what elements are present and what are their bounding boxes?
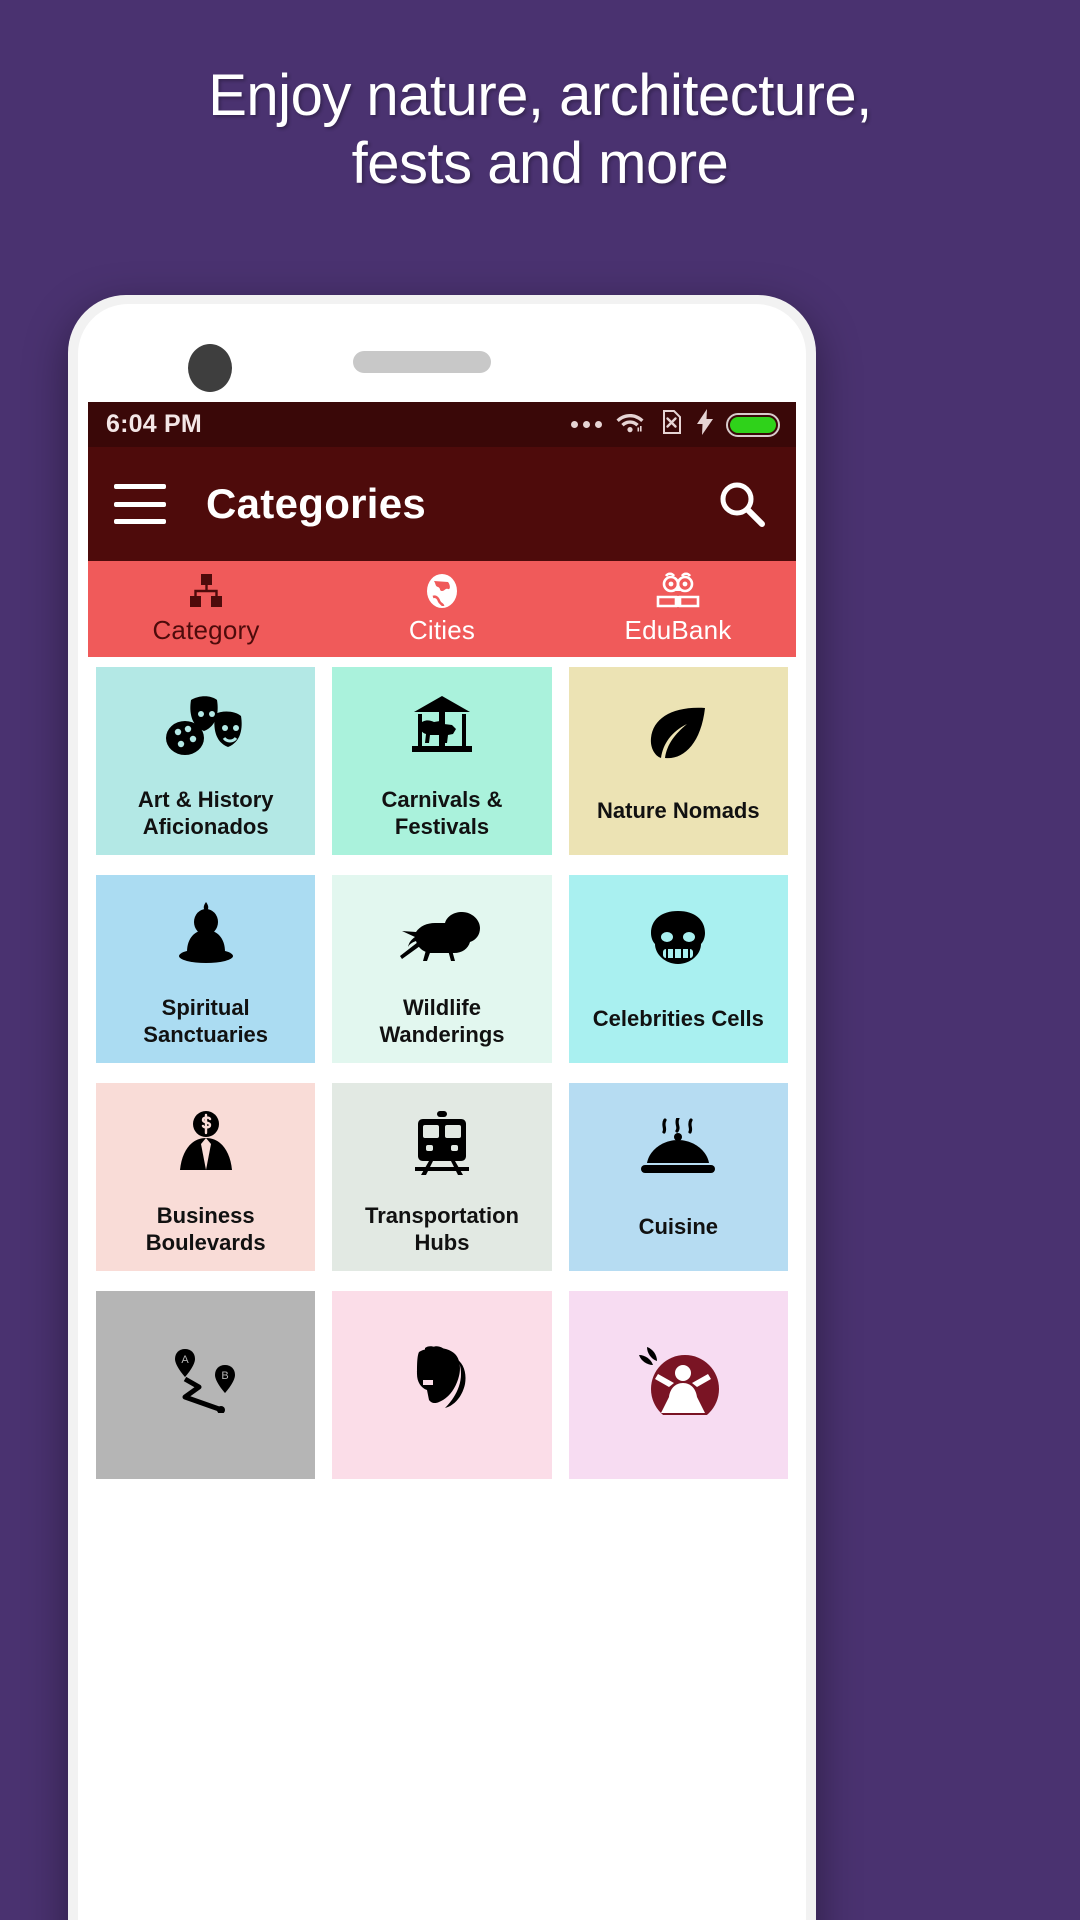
search-icon[interactable] bbox=[716, 478, 768, 530]
category-card-label: Cuisine bbox=[638, 1214, 719, 1240]
category-grid: Art & History Aficionados Carnivals & Fe… bbox=[88, 657, 796, 1479]
front-camera-icon bbox=[188, 344, 232, 392]
page-title: Categories bbox=[206, 480, 427, 527]
category-card-label bbox=[569, 1465, 788, 1479]
more-dots-icon bbox=[571, 421, 602, 428]
svg-text:B: B bbox=[221, 1370, 228, 1382]
promo-headline: Enjoy nature, architecture, fests and mo… bbox=[0, 62, 1080, 198]
route-ab-icon: A B bbox=[96, 1291, 315, 1465]
spartan-helmet-icon bbox=[332, 1291, 551, 1465]
no-sim-icon bbox=[658, 409, 684, 440]
category-card-label: Spiritual Sanctuaries bbox=[143, 995, 269, 1048]
earpiece-speaker bbox=[353, 351, 491, 373]
phone-device-frame: 6:04 PM Categories Category Cities EduBa… bbox=[68, 295, 816, 1920]
tab-edubank[interactable]: EduBank bbox=[560, 561, 796, 657]
businessman-dollar-icon bbox=[96, 1083, 315, 1203]
category-card[interactable]: Wildlife Wanderings bbox=[332, 875, 552, 1063]
category-card[interactable]: Nature Nomads bbox=[568, 667, 788, 855]
carousel-icon bbox=[332, 667, 551, 787]
category-card-label bbox=[332, 1465, 551, 1479]
promo-headline-line-1: Enjoy nature, architecture, bbox=[208, 63, 872, 128]
train-icon bbox=[332, 1083, 551, 1203]
category-card-label: Art & History Aficionados bbox=[137, 787, 274, 840]
category-card[interactable]: Business Boulevards bbox=[96, 1083, 316, 1271]
category-card-label: Carnivals & Festivals bbox=[381, 787, 503, 840]
category-card[interactable]: Carnivals & Festivals bbox=[332, 667, 552, 855]
tab-category[interactable]: Category bbox=[88, 561, 324, 657]
lion-icon bbox=[332, 875, 551, 995]
app-bar: Categories bbox=[88, 447, 796, 561]
svg-text:A: A bbox=[181, 1354, 189, 1366]
category-card-label: Transportation Hubs bbox=[364, 1203, 519, 1256]
category-card-label: Business Boulevards bbox=[145, 1203, 266, 1256]
tab-edubank-label: EduBank bbox=[624, 615, 732, 645]
owl-book-icon bbox=[656, 572, 700, 610]
category-card-label bbox=[96, 1465, 315, 1479]
category-card[interactable]: Transportation Hubs bbox=[332, 1083, 552, 1271]
status-bar-time: 6:04 PM bbox=[106, 410, 202, 438]
theater-masks-palette-icon bbox=[96, 667, 315, 787]
category-card[interactable]: Art & History Aficionados bbox=[96, 667, 316, 855]
hamburger-menu-icon[interactable] bbox=[114, 484, 166, 524]
category-card[interactable] bbox=[332, 1291, 552, 1479]
category-card-label: Nature Nomads bbox=[597, 798, 760, 824]
phone-screen: 6:04 PM Categories Category Cities EduBa… bbox=[88, 402, 796, 1920]
food-dome-icon bbox=[569, 1083, 788, 1214]
category-card[interactable]: Cuisine bbox=[568, 1083, 788, 1271]
tab-cities[interactable]: Cities bbox=[324, 561, 560, 657]
buddha-icon bbox=[96, 875, 315, 995]
promo-headline-line-2: fests and more bbox=[351, 130, 729, 196]
statue-person-icon bbox=[569, 1291, 788, 1465]
phone-bezel: 6:04 PM Categories Category Cities EduBa… bbox=[78, 304, 806, 1920]
leaf-icon bbox=[569, 667, 788, 798]
category-card[interactable]: A B bbox=[96, 1291, 316, 1479]
status-bar: 6:04 PM bbox=[88, 402, 796, 447]
sitemap-icon bbox=[188, 572, 224, 610]
category-card[interactable]: Celebrities Cells bbox=[568, 875, 788, 1063]
category-card-label: Celebrities Cells bbox=[592, 1006, 764, 1032]
tab-category-label: Category bbox=[152, 615, 260, 645]
tab-cities-label: Cities bbox=[408, 615, 476, 645]
category-card[interactable]: Spiritual Sanctuaries bbox=[96, 875, 316, 1063]
category-card[interactable] bbox=[568, 1291, 788, 1479]
wifi-icon bbox=[615, 410, 645, 439]
status-bar-icons bbox=[571, 409, 780, 440]
tab-bar: Category Cities EduBank bbox=[88, 561, 796, 657]
globe-icon bbox=[424, 572, 460, 610]
celebrity-face-icon bbox=[569, 875, 788, 1006]
battery-icon bbox=[726, 412, 780, 437]
charging-bolt-icon bbox=[697, 409, 713, 440]
category-card-label: Wildlife Wanderings bbox=[379, 995, 505, 1048]
